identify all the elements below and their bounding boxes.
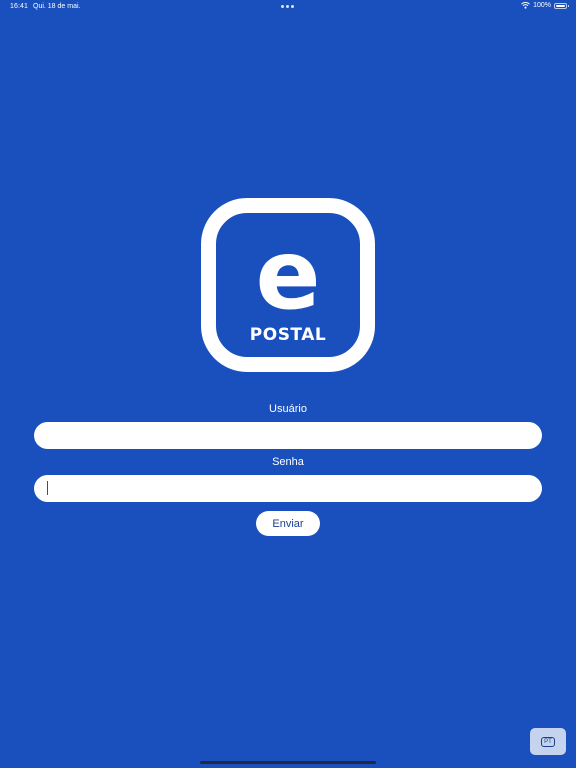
logo-letter: e (255, 219, 321, 331)
status-date: Qui. 18 de mai. (33, 3, 81, 10)
password-input[interactable] (34, 475, 542, 502)
language-badge: PT (541, 736, 555, 747)
text-cursor (47, 481, 48, 495)
battery-percent: 100% (533, 2, 551, 9)
battery-icon (554, 2, 569, 9)
status-bar: 16:41 Qui. 18 de mai. 100% (0, 0, 576, 14)
language-button[interactable]: PT (530, 728, 566, 755)
wifi-icon (521, 2, 530, 9)
status-time: 16:41 (10, 3, 29, 10)
multitasking-dots-icon[interactable] (281, 5, 294, 8)
status-right: 100% (521, 2, 569, 9)
username-label: Usuário (269, 403, 307, 415)
password-label: Senha (272, 456, 304, 468)
epostal-logo: e POSTAL (201, 198, 375, 372)
username-input[interactable] (34, 422, 542, 449)
home-indicator[interactable] (200, 761, 376, 764)
logo-word: POSTAL (249, 325, 327, 345)
submit-button[interactable]: Enviar (256, 511, 320, 536)
